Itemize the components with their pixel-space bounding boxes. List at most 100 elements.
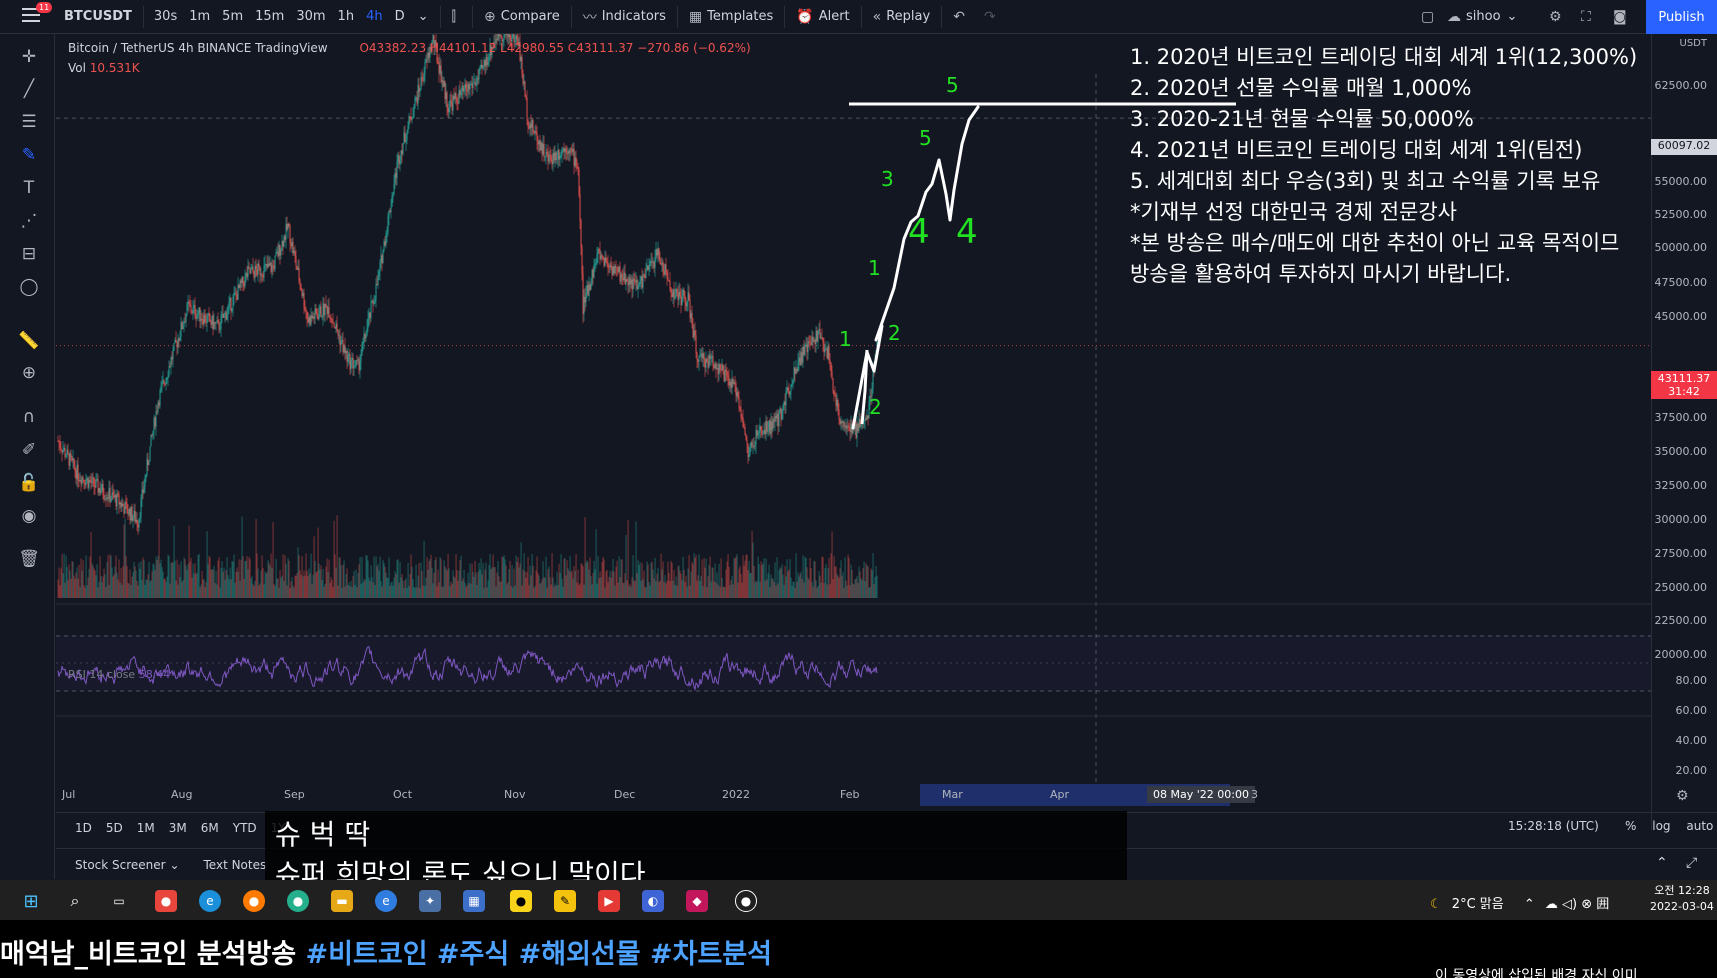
candle [321, 316, 323, 318]
replay-button[interactable]: «Replay [866, 0, 938, 34]
redo-button[interactable]: ↷ [977, 0, 1008, 34]
network-app-icon[interactable]: ▦ [463, 890, 485, 912]
indicators-button[interactable]: 〰 Indicators [576, 0, 673, 34]
user-menu[interactable]: ☁ sihoo ⌄ [1440, 0, 1524, 34]
menu-button[interactable]: 11 [0, 0, 56, 34]
task-view-icon[interactable]: ▭ [108, 890, 130, 912]
kakaotalk-icon[interactable]: ● [510, 890, 532, 912]
crosshair-icon[interactable]: ✛ [18, 46, 40, 68]
axis-settings-icon[interactable]: ⚙ [1676, 788, 1689, 804]
interval-1m[interactable]: 1m [183, 0, 216, 34]
candle [386, 232, 388, 234]
weather-text[interactable]: 2°C 맑음 [1452, 897, 1504, 912]
lock-icon[interactable]: 🔓 [18, 472, 40, 494]
range-ytd[interactable]: YTD [226, 821, 264, 835]
volume-bar [210, 570, 212, 598]
obs-icon[interactable]: ● [735, 890, 757, 912]
volume-bar [266, 572, 268, 598]
video-app-icon[interactable]: ▶ [598, 890, 620, 912]
range-1d[interactable]: 1D [68, 821, 99, 835]
candle [177, 338, 179, 348]
interval-30s[interactable]: 30s [148, 0, 183, 34]
candle [203, 314, 205, 325]
time-axis[interactable]: Jul Aug Sep Oct Nov Dec 2022 Feb Mar Apr [56, 784, 1651, 806]
ruler-icon[interactable]: 📏 [18, 330, 40, 352]
publish-button[interactable]: Publish [1646, 0, 1717, 34]
alert-button[interactable]: ⏰ Alert [789, 0, 856, 34]
undo-button[interactable]: ↶ [946, 0, 977, 34]
snapshot-button[interactable]: ◙ [1606, 0, 1639, 34]
trash-icon[interactable]: 🗑 [18, 548, 40, 570]
candle [199, 307, 201, 321]
magnet-icon[interactable]: ∩ [18, 406, 40, 428]
interval-dropdown[interactable]: ⌄ [411, 0, 436, 34]
media-app-icon[interactable]: ◆ [686, 890, 708, 912]
volume-bar [153, 564, 155, 598]
utc-clock[interactable]: 15:28:18 (UTC) [1508, 819, 1599, 833]
interval-15m[interactable]: 15m [249, 0, 290, 34]
volume-bar [767, 573, 769, 598]
auto-toggle[interactable]: auto [1686, 819, 1713, 833]
tool-icon[interactable]: ✦ [419, 890, 441, 912]
taskbar-clock[interactable]: 오전 12:28 2022-03-04 [1650, 883, 1714, 915]
time-label: Nov [504, 788, 526, 801]
fullscreen-button[interactable]: ⛶ [1574, 0, 1603, 34]
collapse-panel-icon[interactable]: ⌃ [1656, 855, 1668, 871]
edit-app-icon[interactable]: ✎ [554, 890, 576, 912]
volume-bar [386, 577, 388, 598]
search-icon[interactable]: ⌕ [64, 890, 86, 912]
trend-line-icon[interactable]: ╱ [18, 78, 40, 100]
compare-button[interactable]: ⊕ Compare [477, 0, 567, 34]
ie-icon[interactable]: e [375, 890, 397, 912]
tray-icons[interactable]: ☁ ◁) ⊗ 囲 [1545, 897, 1609, 912]
scale-options: % log auto [1625, 819, 1713, 833]
tab-stock-screener[interactable]: Stock Screener ⌄ [56, 858, 192, 872]
volume-bar [572, 578, 574, 598]
candle [662, 262, 664, 272]
zoom-in-icon[interactable]: ⊕ [18, 362, 40, 384]
circle-icon[interactable]: ◯ [18, 276, 40, 298]
candle [359, 361, 361, 371]
candle [858, 418, 860, 431]
interval-4h[interactable]: 4h [360, 0, 389, 34]
interval-5m[interactable]: 5m [216, 0, 249, 34]
volume-bar [310, 553, 312, 598]
firefox-icon[interactable]: ● [243, 890, 265, 912]
chrome-icon[interactable]: ● [155, 890, 177, 912]
edge-icon[interactable]: e [199, 890, 221, 912]
range-1m[interactable]: 1M [130, 821, 162, 835]
eye-icon[interactable]: ◉ [18, 505, 40, 527]
forecast-icon[interactable]: ⊟ [18, 243, 40, 265]
interval-30m[interactable]: 30m [290, 0, 331, 34]
horizontal-lines-icon[interactable]: ☰ [18, 111, 40, 133]
volume-bar [358, 564, 360, 598]
folder-icon[interactable]: ▬ [331, 890, 353, 912]
interval-D[interactable]: D [389, 0, 411, 34]
percent-toggle[interactable]: % [1625, 819, 1636, 833]
volume-bar [863, 561, 865, 598]
windows-start-icon[interactable]: ⊞ [20, 890, 42, 912]
pattern-icon[interactable]: ⋰ [18, 210, 40, 232]
volume-bar [552, 577, 554, 598]
app-icon[interactable]: ● [287, 890, 309, 912]
interval-1h[interactable]: 1h [332, 0, 361, 34]
settings-button[interactable]: ⚙ [1542, 0, 1574, 34]
lock-pencil-icon[interactable]: ✐ [18, 439, 40, 461]
symbol-search[interactable]: BTCUSDT [56, 0, 139, 34]
paint-app-icon[interactable]: ◐ [642, 890, 664, 912]
candle [340, 341, 342, 346]
brush-icon[interactable]: ✎ [18, 144, 40, 166]
range-6m[interactable]: 6M [194, 821, 226, 835]
maximize-panel-icon[interactable]: ⤢ [1686, 855, 1697, 871]
volume-bar [817, 586, 819, 598]
range-5d[interactable]: 5D [99, 821, 130, 835]
text-icon[interactable]: T [18, 177, 40, 199]
templates-button[interactable]: ▦ Templates [682, 0, 780, 34]
tray-chevron-icon[interactable]: ⌃ [1524, 897, 1535, 912]
range-3m[interactable]: 3M [162, 821, 194, 835]
volume-bar [579, 583, 581, 598]
log-toggle[interactable]: log [1652, 819, 1670, 833]
candle [175, 339, 177, 342]
candle [837, 400, 839, 410]
chart-type-button[interactable]: ⫿ [445, 0, 468, 34]
